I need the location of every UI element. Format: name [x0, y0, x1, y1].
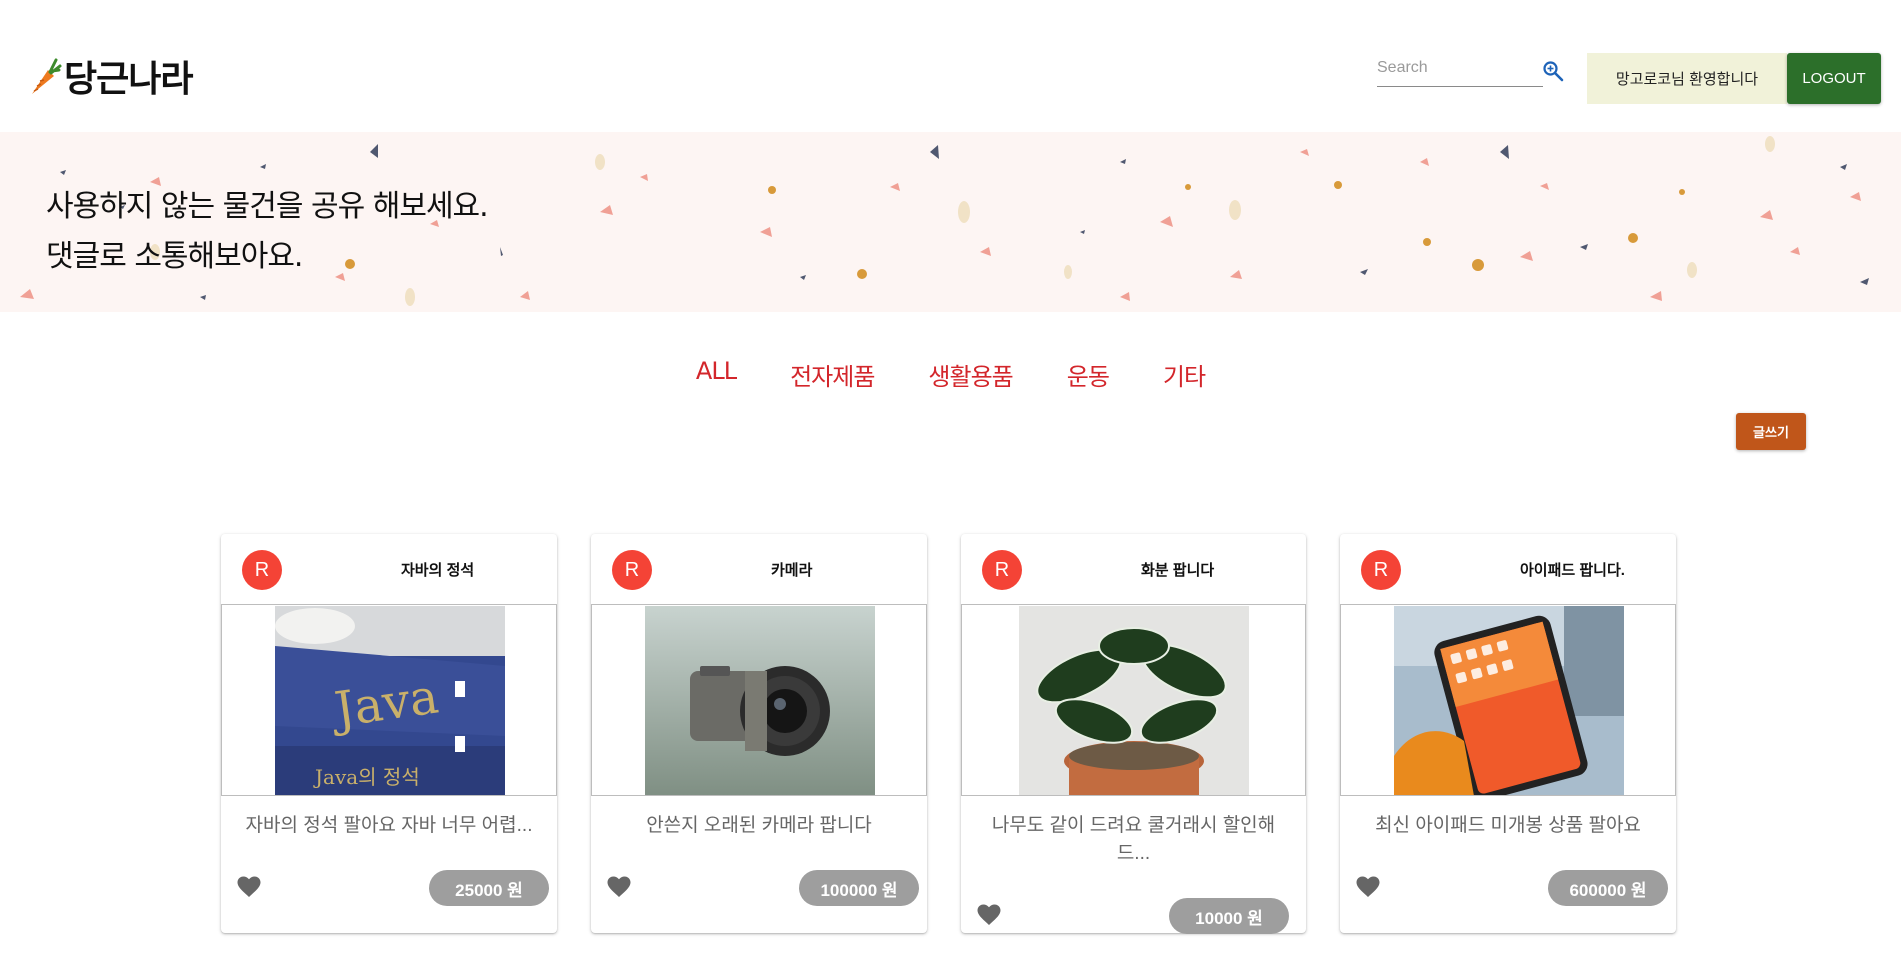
carrot-icon — [32, 58, 62, 94]
avatar: R — [242, 550, 282, 590]
heart-icon[interactable] — [977, 904, 1001, 926]
card-description: 자바의 정석 팔아요 자바 너무 어렵... — [245, 815, 533, 836]
card-image-frame — [961, 604, 1306, 796]
search-input[interactable] — [1377, 56, 1537, 80]
price-chip: 10000 원 — [1169, 898, 1289, 934]
write-post-button[interactable]: 글쓰기 — [1736, 413, 1806, 450]
card-header: R 자바의 정석 — [221, 534, 557, 605]
heart-icon[interactable] — [607, 876, 631, 898]
search-field[interactable] — [1377, 56, 1543, 87]
svg-text:Java의 정석: Java의 정석 — [313, 765, 420, 789]
post-card[interactable]: R 자바의 정석 Java Java의 정석 자바의 정석 팔아요 자바 너무 … — [221, 534, 557, 933]
java-book-photo: Java Java의 정석 — [275, 606, 505, 795]
site-header: 당근나라 망고로코님 환영합니다 LOGOUT — [0, 0, 1901, 132]
price-chip: 25000 원 — [429, 870, 549, 906]
card-description: 나무도 같이 드려요 쿨거래시 할인해 드... — [991, 815, 1276, 864]
card-header: R 화분 팝니다 — [961, 534, 1306, 605]
card-title: 화분 팝니다 — [1141, 562, 1215, 579]
category-etc[interactable]: 기타 — [1163, 357, 1206, 392]
card-image-frame — [591, 604, 927, 796]
card-image-frame — [1340, 604, 1676, 796]
avatar: R — [612, 550, 652, 590]
hero-banner: 사용하지 않는 물건을 공유 해보세요. 댓글로 소통해보아요. — [0, 132, 1901, 312]
post-card[interactable]: R 카메라 안쓴지 오래된 카메라 팝니다 100000 원 — [591, 534, 927, 933]
category-all[interactable]: ALL — [696, 357, 737, 392]
banner-text: 사용하지 않는 물건을 공유 해보세요. 댓글로 소통해보아요. — [46, 182, 489, 282]
plant-photo — [1019, 606, 1249, 795]
camera-photo — [645, 606, 875, 795]
card-description: 안쓴지 오래된 카메라 팝니다 — [646, 815, 872, 836]
category-electronics[interactable]: 전자제품 — [790, 357, 875, 392]
card-image-frame: Java Java의 정석 — [221, 604, 557, 796]
banner-line-1: 사용하지 않는 물건을 공유 해보세요. — [46, 189, 489, 224]
logout-button[interactable]: LOGOUT — [1787, 53, 1881, 104]
category-nav: ALL 전자제품 생활용품 운동 기타 — [0, 357, 1901, 392]
logo-text: 당근나라 — [64, 59, 193, 100]
price-chip: 100000 원 — [799, 870, 919, 906]
ipad-photo — [1394, 606, 1624, 795]
search-icon[interactable] — [1542, 60, 1564, 82]
post-card[interactable]: R 화분 팝니다 나무도 같이 드려요 쿨거래시 할인해 드... 10000 … — [961, 534, 1306, 934]
welcome-message: 망고로코님 환영합니다 — [1587, 53, 1787, 104]
card-title: 자바의 정석 — [401, 562, 475, 579]
post-card[interactable]: R 아이패드 팝니다. 최신 아이패드 미개봉 상품 팔아요 600000 원 — [1340, 534, 1676, 933]
banner-line-2: 댓글로 소통해보아요. — [46, 239, 303, 274]
card-title: 아이패드 팝니다. — [1520, 562, 1625, 579]
card-header: R 아이패드 팝니다. — [1340, 534, 1676, 605]
avatar: R — [1361, 550, 1401, 590]
avatar: R — [982, 550, 1022, 590]
card-title: 카메라 — [771, 562, 813, 579]
card-description: 최신 아이패드 미개봉 상품 팔아요 — [1375, 815, 1641, 836]
category-sports[interactable]: 운동 — [1067, 357, 1110, 392]
logo[interactable]: 당근나라 — [26, 50, 193, 102]
category-household[interactable]: 생활용품 — [928, 357, 1013, 392]
heart-icon[interactable] — [237, 876, 261, 898]
price-chip: 600000 원 — [1548, 870, 1668, 906]
heart-icon[interactable] — [1356, 876, 1380, 898]
card-header: R 카메라 — [591, 534, 927, 605]
